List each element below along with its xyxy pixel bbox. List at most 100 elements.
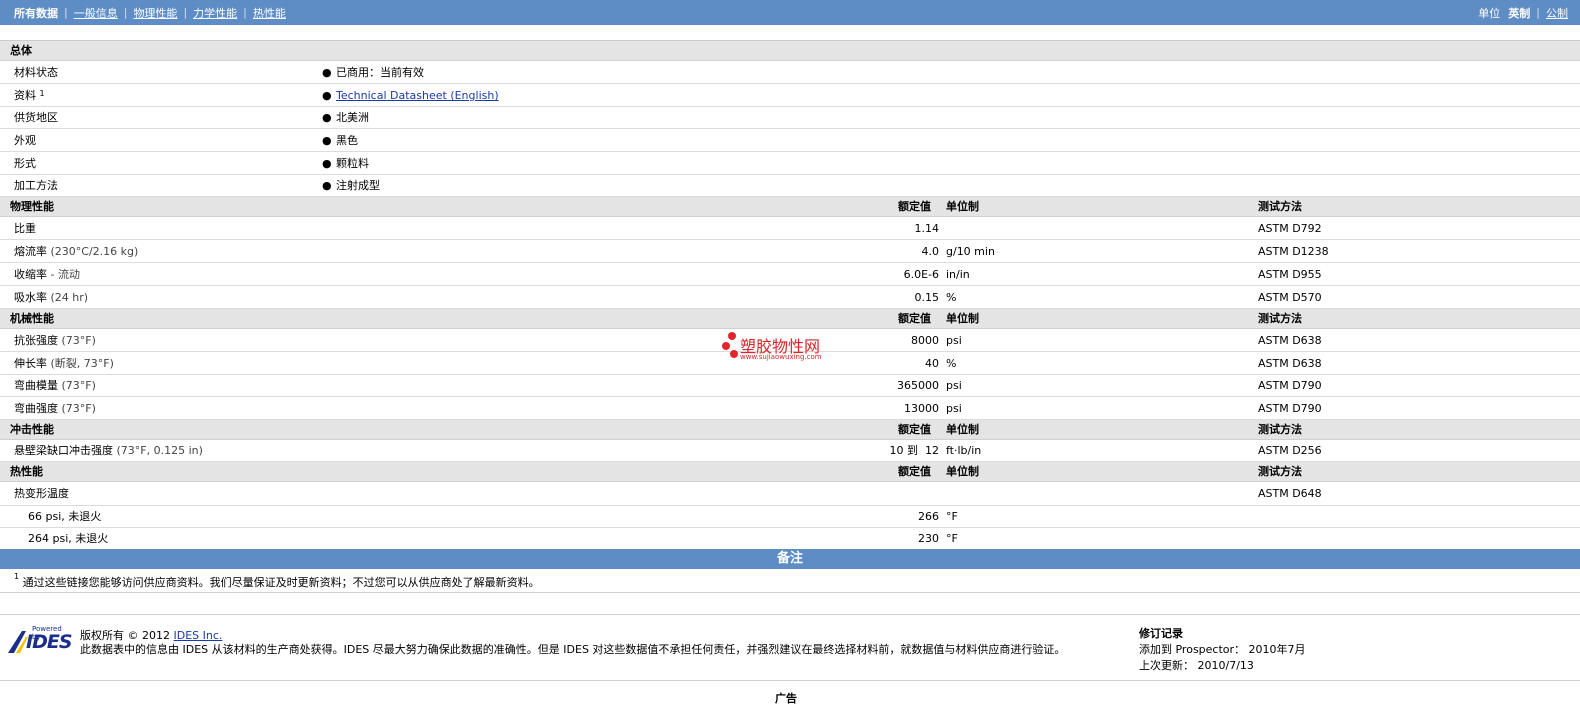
section-header-mechanical: 机械性能 额定值 单位制 测试方法: [0, 309, 1580, 329]
revision-added: 添加到 Prospector： 2010年7月: [1139, 643, 1306, 656]
property-unit: psi: [946, 334, 962, 347]
test-method: ASTM D638: [1258, 334, 1322, 347]
section-title: 总体: [10, 44, 32, 57]
property-label-text: 熔流率: [14, 245, 47, 258]
column-header-unit: 单位制: [946, 312, 979, 325]
watermark-dot: [728, 332, 736, 340]
nav-general[interactable]: 一般信息: [74, 5, 118, 21]
nav-all-data[interactable]: 所有数据: [14, 5, 58, 21]
property-label: 弯曲模量 (73°F): [14, 375, 96, 397]
section-title: 机械性能: [10, 312, 54, 325]
property-label: 热变形温度: [14, 487, 69, 500]
column-header-method: 测试方法: [1258, 423, 1302, 436]
table-row: 弯曲模量 (73°F) 365000 psi ASTM D790: [0, 375, 1580, 397]
bullet-icon: ●: [322, 134, 332, 147]
table-row: 形式 ● 颗粒料: [0, 152, 1580, 175]
section-header-thermal: 热性能 额定值 单位制 测试方法: [0, 462, 1580, 482]
property-value: 40: [925, 357, 939, 370]
bullet-icon: ●: [322, 89, 332, 102]
nav-thermal[interactable]: 热性能: [253, 5, 286, 21]
property-value: 10 到 12: [889, 444, 939, 457]
test-condition: (73°F): [61, 334, 96, 347]
column-header-rated: 额定值: [898, 465, 931, 478]
table-row: 66 psi, 未退火 266 °F: [0, 506, 1580, 528]
nav-separator: |: [243, 6, 247, 19]
property-label-text: 伸长率: [14, 357, 47, 370]
property-value: 13000: [904, 402, 939, 415]
datasheet-link[interactable]: Technical Datasheet (English): [336, 84, 499, 107]
property-label-text: 吸水率: [14, 291, 47, 304]
property-value: 0.15: [914, 291, 940, 304]
section-title: 冲击性能: [10, 423, 54, 436]
logo-wordmark: IDES: [26, 631, 73, 653]
section-header-general: 总体: [0, 41, 1580, 61]
ads-heading: 广告: [775, 692, 797, 705]
property-label: 熔流率 (230°C/2.16 kg): [14, 240, 138, 263]
nav-physical[interactable]: 物理性能: [133, 5, 177, 21]
property-label: 资料 1: [14, 84, 45, 107]
table-row: 材料状态 ● 已商用：当前有效: [0, 61, 1580, 84]
test-method: ASTM D570: [1258, 291, 1322, 304]
property-unit: %: [946, 291, 957, 304]
bullet-icon: ●: [322, 111, 332, 124]
property-label-text: 弯曲模量: [14, 379, 58, 392]
nav-separator: |: [123, 6, 128, 19]
property-sublabel: 66 psi, 未退火: [28, 510, 102, 523]
units-imperial: 英制: [1508, 6, 1531, 20]
property-unit: °F: [946, 510, 958, 523]
property-label: 抗张强度 (73°F): [14, 329, 96, 352]
property-label-text: 抗张强度: [14, 334, 58, 347]
nav-mechanical[interactable]: 力学性能: [193, 5, 237, 21]
units-metric-link[interactable]: 公制: [1546, 5, 1568, 21]
ides-mark-icon: [8, 631, 28, 653]
test-method: ASTM D792: [1258, 222, 1322, 235]
column-header-method: 测试方法: [1258, 465, 1302, 478]
property-unit: psi: [946, 402, 962, 415]
property-value: 6.0E-6: [903, 268, 939, 281]
table-row: 加工方法 ● 注射成型: [0, 175, 1580, 197]
watermark-dot: [730, 350, 738, 358]
property-label: 加工方法: [14, 179, 58, 192]
divider: [0, 680, 1580, 681]
property-value: 注射成型: [336, 179, 380, 192]
property-value: 230: [918, 532, 939, 545]
nav-separator: |: [64, 6, 68, 19]
footnote-text: 通过这些链接您能够访问供应商资料。我们尽量保证及时更新资料；不过您可以从供应商处…: [22, 576, 540, 589]
test-condition: (24 hr): [50, 291, 89, 304]
column-header-unit: 单位制: [946, 423, 979, 436]
property-value: 365000: [897, 379, 939, 392]
test-condition: (断裂, 73°F): [50, 357, 114, 370]
column-header-rated: 额定值: [898, 312, 931, 325]
property-unit: psi: [946, 379, 962, 392]
property-label: 形式: [14, 157, 36, 170]
property-label: 悬壁梁缺口冲击强度 (73°F, 0.125 in): [14, 440, 203, 462]
table-row: 资料 1 ● Technical Datasheet (English): [0, 84, 1580, 107]
watermark-url: www.sujiaowuxing.com: [740, 353, 822, 361]
table-row: 收缩率 - 流动 6.0E-6 in/in ASTM D955: [0, 263, 1580, 286]
divider: [0, 614, 1580, 615]
disclaimer: 此数据表中的信息由 IDES 从该材料的生产商处获得。IDES 尽最大努力确保此…: [80, 643, 1066, 656]
test-method: ASTM D1238: [1258, 245, 1329, 258]
test-method: ASTM D638: [1258, 357, 1322, 370]
property-unit: °F: [946, 532, 958, 545]
property-unit: %: [946, 357, 957, 370]
test-method: ASTM D256: [1258, 444, 1322, 457]
table-row: 比重 1.14 ASTM D792: [0, 217, 1580, 240]
column-header-method: 测试方法: [1258, 312, 1302, 325]
property-label: 伸长率 (断裂, 73°F): [14, 352, 114, 375]
section-nav: 所有数据 | 一般信息 | 物理性能 | 力学性能 | 热性能: [14, 5, 286, 21]
property-value: 已商用：当前有效: [336, 66, 424, 79]
section-header-impact: 冲击性能 额定值 单位制 测试方法: [0, 420, 1580, 440]
notes-header: 备注: [0, 549, 1580, 569]
section-header-physical: 物理性能 额定值 单位制 测试方法: [0, 197, 1580, 217]
table-row: 弯曲强度 (73°F) 13000 psi ASTM D790: [0, 397, 1580, 420]
test-method: ASTM D648: [1258, 487, 1322, 500]
property-label-text: 比重: [14, 222, 36, 235]
column-header-unit: 单位制: [946, 465, 979, 478]
ides-logo[interactable]: Powered by IDES: [8, 625, 73, 653]
column-header-rated: 额定值: [898, 200, 931, 213]
property-value: 黑色: [336, 134, 358, 147]
table-row: 悬壁梁缺口冲击强度 (73°F, 0.125 in) 10 到 12 ft·lb…: [0, 440, 1580, 462]
table-row: 吸水率 (24 hr) 0.15 % ASTM D570: [0, 286, 1580, 309]
property-label: 比重: [14, 217, 36, 240]
